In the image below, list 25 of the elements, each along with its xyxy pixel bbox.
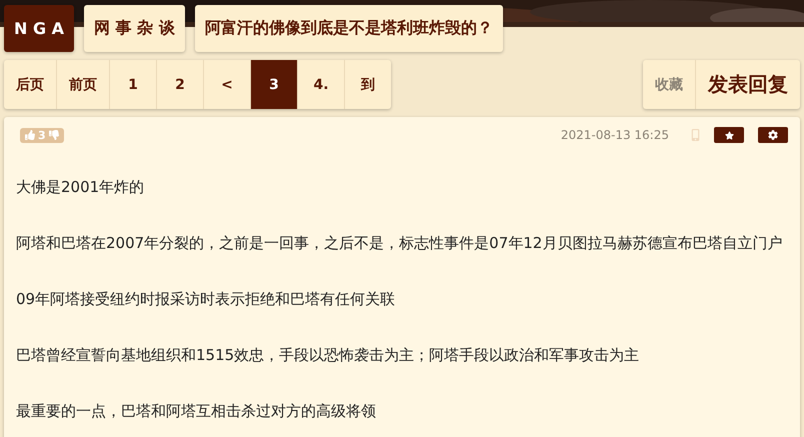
breadcrumb-link[interactable]: 阿富汗的佛像到底是不是塔利班炸毁的？ bbox=[194, 5, 503, 52]
page-link[interactable]: 4. bbox=[297, 60, 344, 109]
page-link[interactable]: 2 bbox=[156, 60, 203, 109]
breadcrumb-link[interactable]: 网 事 杂 谈 bbox=[84, 5, 185, 52]
post-paragraph: 最重要的一点，巴塔和阿塔互相击杀过对方的高级将领 bbox=[16, 401, 377, 422]
post-paragraph: 巴塔曾经宣誓向基地组织和1515效忠，手段以恐怖袭击为主；阿塔手段以政治和军事攻击为主 bbox=[16, 345, 640, 366]
page-link[interactable]: 前页 bbox=[56, 60, 109, 109]
site-logo[interactable]: N G A bbox=[4, 5, 74, 52]
thumbs-up-icon[interactable] bbox=[25, 130, 35, 140]
post-paragraph: 09年阿塔接受纽约时报采访时表示拒绝和巴塔有任何关联 bbox=[16, 289, 396, 310]
phone-icon bbox=[691, 129, 700, 141]
page-link[interactable]: 3 bbox=[250, 60, 297, 109]
vote-count: 3 bbox=[38, 128, 46, 142]
page-link[interactable]: 到 bbox=[344, 60, 391, 109]
reply-button[interactable]: 发表回复 bbox=[695, 60, 800, 109]
settings-button[interactable] bbox=[758, 127, 788, 143]
page-link[interactable]: 1 bbox=[109, 60, 156, 109]
star-icon bbox=[724, 130, 734, 140]
post-paragraph: 阿塔和巴塔在2007年分裂的，之前是一回事，之后不是，标志性事件是07年12月贝图拉马赫苏德宣布巴塔自立门户 bbox=[16, 233, 784, 254]
gear-icon bbox=[768, 130, 778, 140]
post-date: 2021-08-13 16:25 bbox=[560, 128, 669, 142]
thumbs-down-icon[interactable] bbox=[48, 130, 59, 140]
page-link[interactable]: 后页 bbox=[4, 60, 56, 109]
star-button[interactable] bbox=[714, 127, 744, 143]
post-paragraph: 大佛是2001年炸的 bbox=[16, 177, 146, 198]
